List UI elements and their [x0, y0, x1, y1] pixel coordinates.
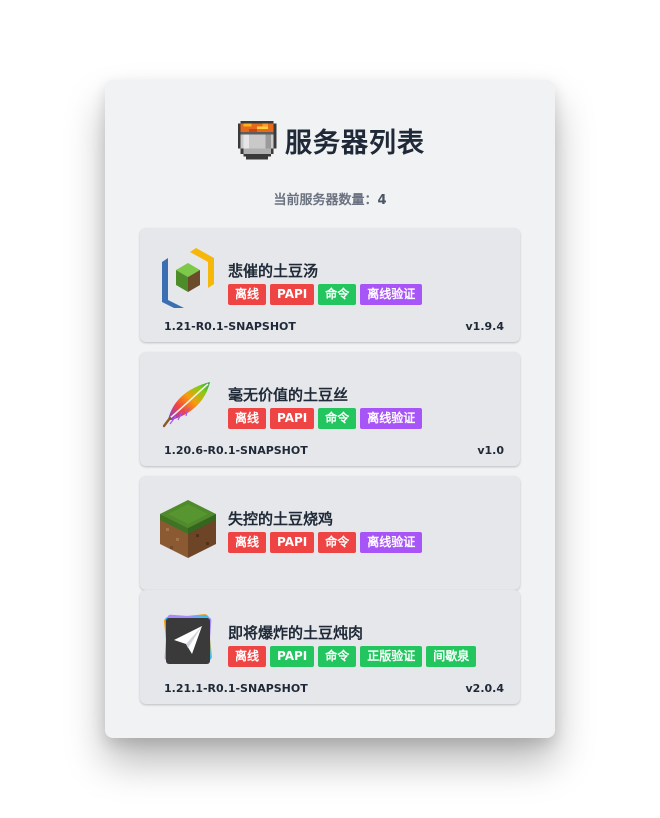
server-count-label: 当前服务器数量：	[273, 193, 378, 208]
tag-command: 命令	[318, 532, 357, 553]
server-version: 1.21-R0.1-SNAPSHOT	[164, 320, 296, 333]
server-tags: 离线 PAPI 命令 离线验证	[228, 284, 423, 305]
tag-offline: 离线	[228, 646, 267, 667]
server-name: 即将爆炸的土豆炖肉	[228, 624, 364, 642]
server-version: 1.20.6-R0.1-SNAPSHOT	[164, 444, 308, 457]
tag-offline-auth: 离线验证	[360, 284, 423, 305]
server-name: 悲催的土豆汤	[228, 262, 319, 280]
tag-offline-auth: 离线验证	[360, 532, 423, 553]
rainbow-feather-icon	[158, 372, 218, 432]
plugin-version: v1.9.4	[465, 320, 505, 333]
server-count: 当前服务器数量：4	[105, 189, 555, 208]
server-card[interactable]: 即将爆炸的土豆炖肉 离线 PAPI 命令 正版验证 间歇泉 1.21.1-R0.…	[140, 590, 520, 704]
server-count-value: 4	[377, 193, 387, 208]
plugin-version: v2.0.4	[465, 682, 505, 695]
tag-offline: 离线	[228, 408, 267, 429]
tag-papi: PAPI	[270, 284, 315, 305]
tag-offline: 离线	[228, 532, 267, 553]
server-card[interactable]: 失控的土豆烧鸡 离线 PAPI 命令 离线验证	[140, 476, 520, 590]
tag-offline-auth: 离线验证	[360, 408, 423, 429]
server-tags: 离线 PAPI 命令 离线验证	[228, 532, 423, 553]
server-name: 失控的土豆烧鸡	[228, 510, 334, 528]
tag-geyser: 间歇泉	[426, 646, 477, 667]
server-name: 毫无价值的土豆丝	[228, 386, 349, 404]
tag-papi: PAPI	[270, 646, 315, 667]
server-card[interactable]: 悲催的土豆汤 离线 PAPI 命令 离线验证 1.21-R0.1-SNAPSHO…	[140, 228, 520, 342]
tag-command: 命令	[318, 284, 357, 305]
server-tags: 离线 PAPI 命令 离线验证	[228, 408, 423, 429]
lava-bucket-icon	[235, 118, 279, 162]
tag-command: 命令	[318, 646, 357, 667]
tag-papi: PAPI	[270, 408, 315, 429]
server-card[interactable]: 毫无价值的土豆丝 离线 PAPI 命令 离线验证 1.20.6-R0.1-SNA…	[140, 352, 520, 466]
tag-online-auth: 正版验证	[360, 646, 423, 667]
cube-logo-icon	[158, 248, 218, 308]
tag-offline: 离线	[228, 284, 267, 305]
paper-plane-icon	[158, 610, 218, 670]
server-version: 1.21.1-R0.1-SNAPSHOT	[164, 682, 308, 695]
page-header: 服务器列表	[105, 116, 555, 164]
tag-papi: PAPI	[270, 532, 315, 553]
grass-block-icon	[158, 498, 218, 558]
server-tags: 离线 PAPI 命令 正版验证 间歇泉	[228, 646, 477, 667]
page-title: 服务器列表	[285, 127, 425, 159]
server-list-panel: 服务器列表 当前服务器数量：4 悲催的土豆汤 离线 PAPI 命令 离线验证 1…	[105, 80, 555, 738]
plugin-version: v1.0	[477, 444, 504, 457]
tag-command: 命令	[318, 408, 357, 429]
